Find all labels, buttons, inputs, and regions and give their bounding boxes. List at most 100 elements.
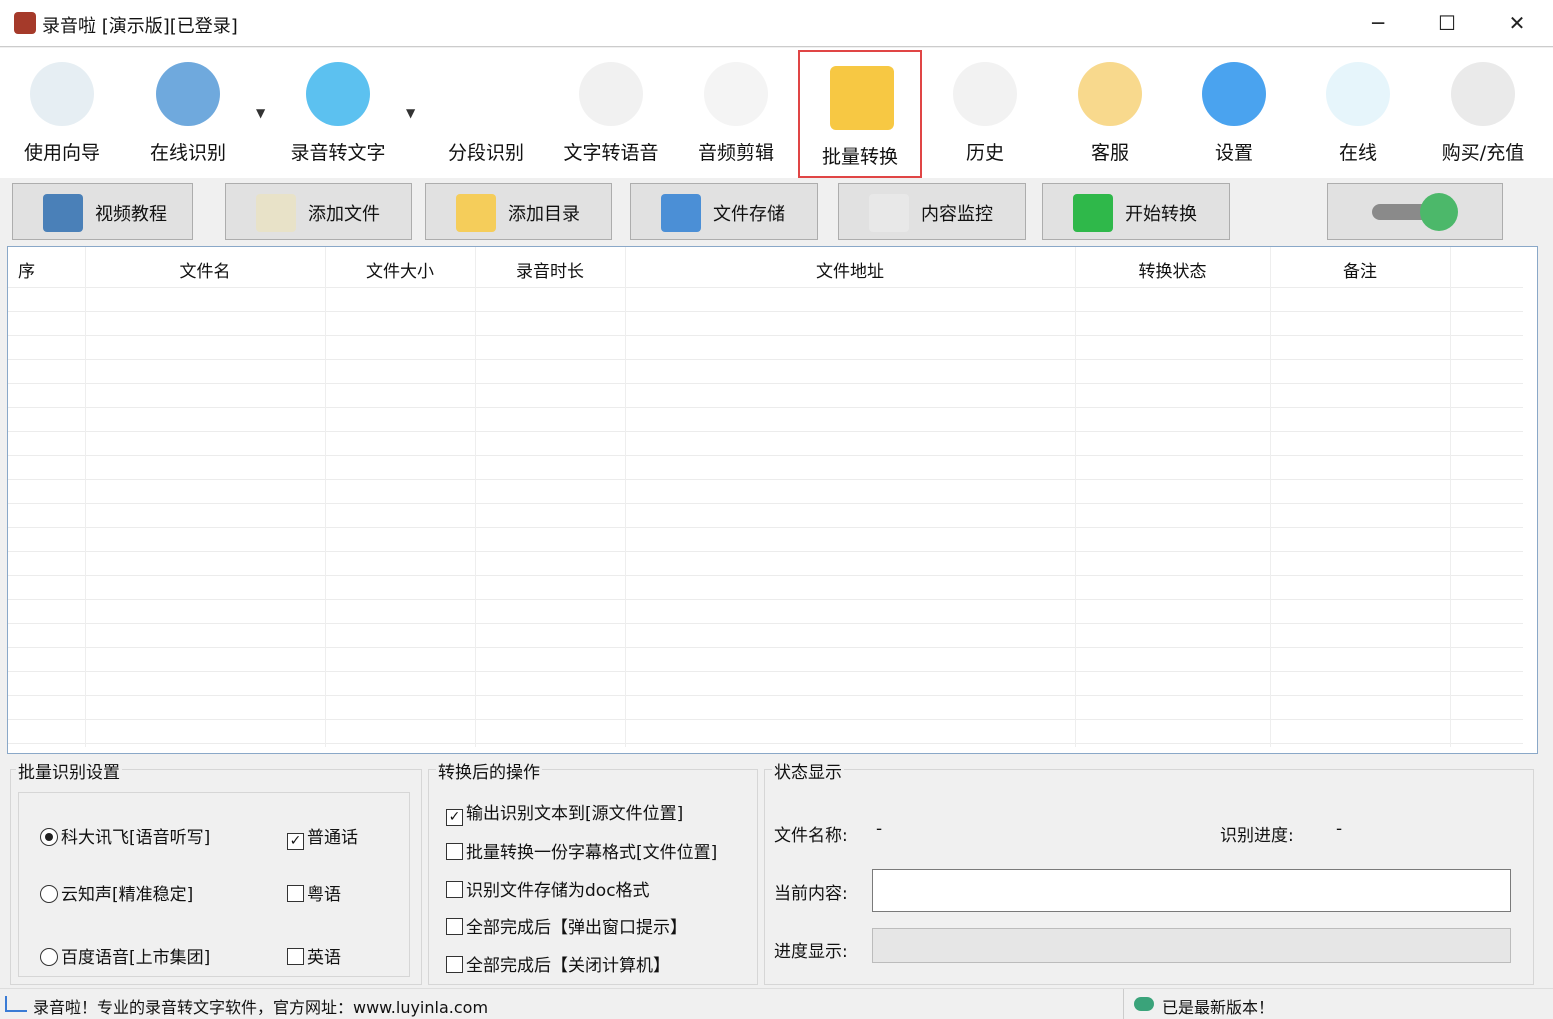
column-header[interactable]: 文件大小 bbox=[325, 257, 475, 282]
engine-radio[interactable]: 云知声[精准稳定] bbox=[40, 880, 193, 905]
action-label: 文件存储 bbox=[713, 204, 785, 225]
checkbox-icon[interactable]: ✓ bbox=[287, 833, 304, 850]
chevron-down-icon[interactable]: ▼ bbox=[256, 106, 265, 120]
checkbox-icon[interactable]: ✓ bbox=[446, 809, 463, 826]
row-line bbox=[8, 503, 1523, 504]
row-line bbox=[8, 335, 1523, 336]
language-label: 普通话 bbox=[307, 828, 358, 848]
radio-icon[interactable] bbox=[40, 828, 58, 846]
microphone-icon bbox=[156, 62, 220, 126]
minimize-button[interactable]: ─ bbox=[1343, 0, 1413, 46]
toolbar-history-clock-button[interactable]: 历史 bbox=[923, 48, 1047, 176]
folder-button[interactable]: 添加目录 bbox=[425, 183, 612, 240]
status-message: 录音啦！专业的录音转文字软件，官方网址：www.luyinla.com bbox=[33, 998, 489, 1017]
column-header[interactable]: 序 bbox=[18, 257, 93, 282]
toggle-button[interactable] bbox=[1327, 183, 1503, 240]
column-header[interactable]: 转换状态 bbox=[1075, 257, 1270, 282]
after-op-label: 全部完成后【关闭计算机】 bbox=[466, 956, 670, 976]
toolbar-user-circle-button[interactable]: 在线 bbox=[1296, 48, 1420, 176]
toolbar-scissors-button[interactable]: 音频剪辑 bbox=[674, 48, 798, 176]
add-file-button[interactable]: 添加文件 bbox=[225, 183, 412, 240]
navigation-arrow-icon bbox=[30, 62, 94, 126]
toolbar-folder-arrow-button[interactable]: 批量转换 bbox=[798, 50, 922, 178]
checkbox-icon[interactable] bbox=[287, 948, 304, 965]
toolbar-w-logo-button[interactable]: 录音转文字 bbox=[276, 48, 400, 176]
floppy-disk-button[interactable]: 文件存储 bbox=[630, 183, 818, 240]
engine-label: 百度语音[上市集团] bbox=[61, 948, 211, 968]
language-checkbox[interactable]: 英语 bbox=[287, 943, 341, 968]
column-divider bbox=[1075, 247, 1076, 747]
radio-icon[interactable] bbox=[40, 885, 58, 903]
toolbar-lifebuoy-button[interactable]: 设置 bbox=[1172, 48, 1296, 176]
column-header[interactable]: 录音时长 bbox=[475, 257, 625, 282]
cloud-check-icon bbox=[1134, 997, 1154, 1011]
megaphone-icon bbox=[579, 62, 643, 126]
video-camera-icon bbox=[43, 194, 83, 232]
history-clock-icon bbox=[953, 62, 1017, 126]
checkbox-icon[interactable] bbox=[446, 918, 463, 935]
floppy-disk-icon bbox=[661, 194, 701, 232]
after-op-label: 全部完成后【弹出窗口提示】 bbox=[466, 918, 687, 938]
checkbox-icon[interactable] bbox=[446, 881, 463, 898]
toolbar-sound-wave-button[interactable]: 分段识别 bbox=[424, 48, 548, 176]
scissors-icon bbox=[704, 62, 768, 126]
status-bar: 录音啦！专业的录音转文字软件，官方网址：www.luyinla.com 已是最新… bbox=[0, 988, 1553, 1019]
toolbar-dollar-cursor-button[interactable]: 购买/充值 bbox=[1421, 48, 1545, 176]
progress-bar-label: 进度显示: bbox=[774, 942, 848, 962]
language-checkbox[interactable]: ✓ 普通话 bbox=[287, 823, 358, 850]
row-line bbox=[8, 719, 1523, 720]
toolbar-label: 使用向导 bbox=[23, 142, 100, 164]
checkbox-icon[interactable] bbox=[446, 956, 463, 973]
title-bar: 录音啦 [演示版][已登录] ─ ☐ ✕ bbox=[0, 0, 1553, 47]
engine-radio[interactable]: 科大讯飞[语音听写] bbox=[40, 823, 210, 848]
column-header[interactable]: 备注 bbox=[1270, 257, 1450, 282]
toolbar-megaphone-button[interactable]: 文字转语音 bbox=[549, 48, 673, 176]
toolbar-label: 在线识别 bbox=[149, 142, 226, 164]
after-op-checkbox[interactable]: ✓ 输出识别文本到[源文件位置] bbox=[446, 799, 683, 826]
after-op-checkbox[interactable]: 全部完成后【弹出窗口提示】 bbox=[446, 913, 687, 938]
row-line bbox=[8, 359, 1523, 360]
after-op-checkbox[interactable]: 识别文件存储为doc格式 bbox=[446, 876, 650, 901]
toolbar-label: 客服 bbox=[1090, 142, 1129, 164]
lightning-icon bbox=[869, 194, 909, 232]
toolbar-microphone-button[interactable]: 在线识别 bbox=[126, 48, 250, 176]
column-divider bbox=[1270, 247, 1271, 747]
engine-radio[interactable]: 百度语音[上市集团] bbox=[40, 943, 210, 968]
close-button[interactable]: ✕ bbox=[1482, 0, 1552, 46]
row-line bbox=[8, 599, 1523, 600]
toolbar-sleeping-bed-button[interactable]: 客服 bbox=[1048, 48, 1172, 176]
toolbar-navigation-arrow-button[interactable]: 使用向导 bbox=[0, 48, 124, 176]
checkbox-icon[interactable] bbox=[287, 885, 304, 902]
action-label: 内容监控 bbox=[921, 204, 993, 225]
row-line bbox=[8, 551, 1523, 552]
after-op-checkbox[interactable]: 批量转换一份字幕格式[文件位置] bbox=[446, 838, 717, 863]
lightning-button[interactable]: 内容监控 bbox=[838, 183, 1026, 240]
checkbox-icon[interactable] bbox=[446, 843, 463, 860]
row-line bbox=[8, 647, 1523, 648]
play-button[interactable]: 开始转换 bbox=[1042, 183, 1230, 240]
row-line bbox=[8, 695, 1523, 696]
toolbar-label: 录音转文字 bbox=[290, 142, 386, 164]
maximize-button[interactable]: ☐ bbox=[1412, 0, 1482, 46]
column-divider bbox=[1450, 247, 1451, 747]
radio-icon[interactable] bbox=[40, 948, 58, 966]
file-table[interactable]: 序文件名 文件大小 录音时长 文件地址 转换状态 备注 bbox=[7, 246, 1538, 754]
row-line bbox=[8, 671, 1523, 672]
column-divider bbox=[85, 247, 86, 747]
folder-icon bbox=[456, 194, 496, 232]
after-op-label: 识别文件存储为doc格式 bbox=[466, 881, 650, 901]
row-line bbox=[8, 575, 1523, 576]
user-circle-icon bbox=[1326, 62, 1390, 126]
column-header[interactable]: 文件名 bbox=[85, 257, 325, 282]
column-header[interactable]: 文件地址 bbox=[625, 257, 1075, 282]
language-checkbox[interactable]: 粤语 bbox=[287, 880, 341, 905]
current-content-field[interactable] bbox=[872, 869, 1511, 912]
w-logo-icon bbox=[306, 62, 370, 126]
action-label: 添加目录 bbox=[508, 204, 580, 225]
after-op-checkbox[interactable]: 全部完成后【关闭计算机】 bbox=[446, 951, 670, 976]
video-camera-button[interactable]: 视频教程 bbox=[12, 183, 193, 240]
file-name-value: - bbox=[876, 819, 883, 839]
bar-chart-icon bbox=[5, 996, 27, 1012]
engine-label: 云知声[精准稳定] bbox=[61, 885, 194, 905]
chevron-down-icon[interactable]: ▼ bbox=[406, 106, 415, 120]
